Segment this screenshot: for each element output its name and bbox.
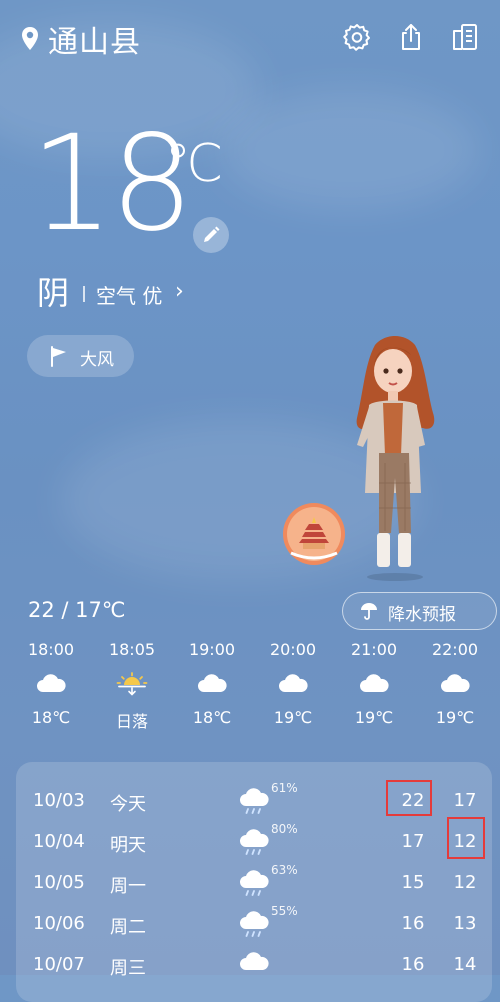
daily-day: 周三 <box>110 958 146 979</box>
cloud-icon <box>240 952 269 970</box>
weather-character-illustration[interactable] <box>345 333 445 583</box>
air-quality-link[interactable]: 空气 优 <box>96 280 162 309</box>
daily-day: 今天 <box>110 794 146 815</box>
hourly-forecast[interactable]: 18:00 18℃ 18:05 日落 19:00 18℃ 20:00 19℃ 2… <box>0 638 500 738</box>
daily-low: 12 <box>453 872 477 893</box>
daily-row[interactable]: 10/07 周三 16 14 <box>16 946 492 987</box>
chevron-right-icon[interactable]: › <box>175 279 184 304</box>
weather-condition: 阴 <box>37 274 70 312</box>
hourly-time: 20:00 <box>269 640 317 659</box>
rain-cloud-icon <box>240 829 269 855</box>
hourly-time: 19:00 <box>188 640 236 659</box>
highlight-box-today-high <box>386 780 432 816</box>
today-temp-range: 22 / 17℃ <box>28 598 126 622</box>
cloud-icon <box>198 674 227 692</box>
news-icon[interactable] <box>450 22 480 52</box>
hourly-temp: 18℃ <box>192 708 232 727</box>
precipitation-forecast-label: 降水预报 <box>388 605 456 625</box>
location-pin-icon <box>22 27 38 50</box>
temperature-unit: ℃ <box>165 134 224 194</box>
pencil-icon <box>204 226 220 242</box>
city-name[interactable]: 通山县 <box>48 17 141 61</box>
hourly-temp: 日落 <box>115 712 148 731</box>
precip-chance: 61% <box>271 781 298 795</box>
temple-badge-icon[interactable] <box>279 499 349 569</box>
umbrella-icon <box>361 603 377 620</box>
cloud-icon <box>360 674 389 692</box>
alert-label: 大风 <box>80 350 114 370</box>
precipitation-forecast-button[interactable]: 降水预报 <box>342 592 497 630</box>
hourly-time: 18:00 <box>27 640 75 659</box>
daily-low: 14 <box>453 954 477 975</box>
daily-high: 15 <box>401 872 425 893</box>
daily-row[interactable]: 10/04 明天 80% 17 12 <box>16 822 492 864</box>
precip-chance: 55% <box>271 904 298 918</box>
precip-chance: 63% <box>271 863 298 877</box>
hourly-time: 21:00 <box>350 640 398 659</box>
daily-date: 10/07 <box>33 954 85 975</box>
edit-button[interactable] <box>193 217 229 253</box>
daily-high: 16 <box>401 913 425 934</box>
hourly-temp: 18℃ <box>31 708 71 727</box>
highlight-box-tomorrow-low <box>447 817 485 859</box>
rain-cloud-icon <box>240 788 269 814</box>
daily-date: 10/06 <box>33 913 85 934</box>
hourly-temp: 19℃ <box>273 708 313 727</box>
daily-forecast-panel[interactable]: 10/03 今天 61% 22 17 10/04 明天 80% 17 12 10… <box>16 762 492 1002</box>
precip-chance: 80% <box>271 822 298 836</box>
daily-day: 明天 <box>110 835 146 856</box>
daily-low: 17 <box>453 790 477 811</box>
cloud-icon <box>279 674 308 692</box>
daily-date: 10/03 <box>33 790 85 811</box>
daily-date: 10/04 <box>33 831 85 852</box>
share-icon[interactable] <box>396 22 426 52</box>
daily-low: 13 <box>453 913 477 934</box>
settings-gear-icon[interactable] <box>342 22 372 52</box>
daily-day: 周二 <box>110 917 146 938</box>
daily-day: 周一 <box>110 876 146 897</box>
hourly-time: 18:05 <box>108 640 156 659</box>
rain-cloud-icon <box>240 911 269 937</box>
wind-alert-chip[interactable]: 大风 <box>27 335 134 377</box>
rain-cloud-icon <box>240 870 269 896</box>
cloud-icon <box>441 674 470 692</box>
daily-high: 17 <box>401 831 425 852</box>
daily-row[interactable]: 10/06 周二 55% 16 13 <box>16 904 492 946</box>
hourly-temp: 19℃ <box>354 708 394 727</box>
hourly-temp: 19℃ <box>435 708 475 727</box>
flag-icon <box>51 346 66 367</box>
daily-high: 16 <box>401 954 425 975</box>
divider <box>83 286 85 302</box>
cloud-icon <box>37 674 66 692</box>
hourly-time: 22:00 <box>431 640 479 659</box>
daily-row[interactable]: 10/05 周一 63% 15 12 <box>16 863 492 905</box>
daily-date: 10/05 <box>33 872 85 893</box>
header: 通山县 <box>0 0 500 76</box>
sunset-icon <box>116 672 148 696</box>
